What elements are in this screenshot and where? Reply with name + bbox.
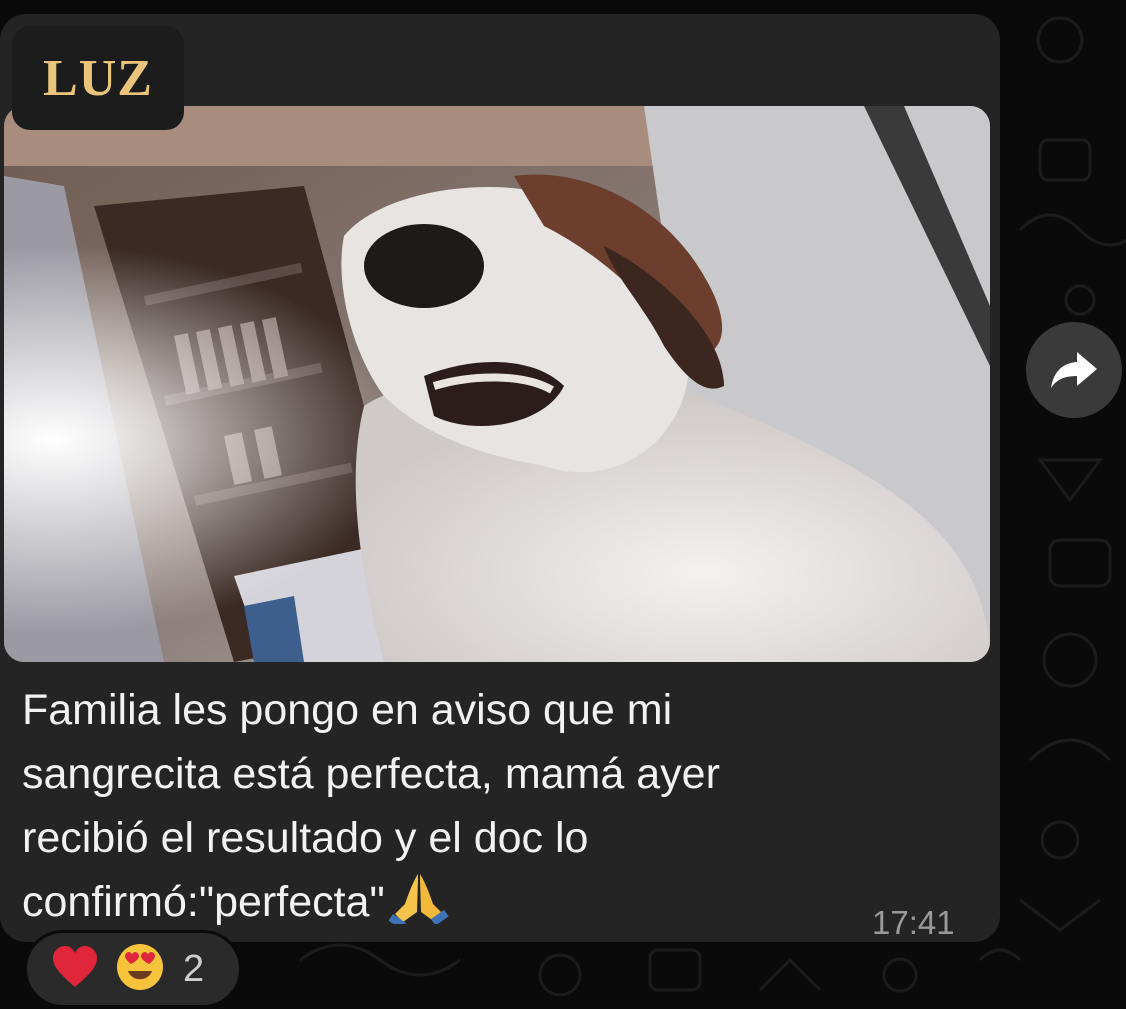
forward-icon xyxy=(1051,352,1097,388)
chat-view: LUZ Familia les pongo en aviso que mi sa… xyxy=(0,0,1126,1009)
caption-line: Familia les pongo en aviso que mi xyxy=(22,686,673,734)
reactions-pill[interactable]: 2 xyxy=(24,930,242,1008)
caption-line: sangrecita está perfecta, mamá ayer xyxy=(22,750,720,798)
message-caption: Familia les pongo en aviso que mi sangre… xyxy=(22,678,872,942)
folded-hands-icon xyxy=(388,870,449,942)
sender-tag: LUZ xyxy=(12,26,184,130)
caption-line: confirmó:"perfecta" xyxy=(22,878,385,926)
red-heart-icon[interactable] xyxy=(51,945,99,994)
message-timestamp: 17:41 xyxy=(872,904,955,941)
dog-photo[interactable] xyxy=(4,106,990,662)
sender-name: LUZ xyxy=(43,49,153,107)
caption-line: recibió el resultado y el doc lo xyxy=(22,814,589,862)
dog-photo-image xyxy=(4,106,990,662)
message-bubble[interactable]: LUZ Familia les pongo en aviso que mi sa… xyxy=(0,14,1000,942)
forward-button[interactable] xyxy=(1026,322,1122,418)
heart-eyes-icon[interactable] xyxy=(115,942,165,997)
reaction-count: 2 xyxy=(183,947,205,990)
